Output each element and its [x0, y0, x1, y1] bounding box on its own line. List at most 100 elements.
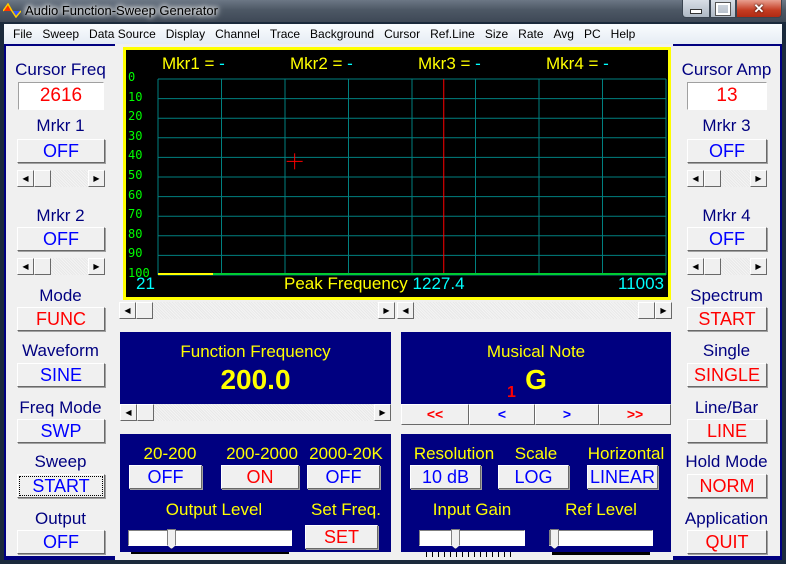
- note-prev-octave-button[interactable]: <<: [401, 404, 469, 425]
- ref-level-slider[interactable]: [549, 529, 653, 555]
- set-frequency-button[interactable]: SET: [305, 525, 378, 549]
- set-freq-label: Set Freq.: [311, 500, 381, 519]
- ref-level-label: Ref Level: [565, 500, 637, 519]
- slider-knob[interactable]: [550, 529, 559, 549]
- scroll-right-arrow[interactable]: ▶: [88, 258, 105, 275]
- range-20-200-button[interactable]: OFF: [129, 465, 202, 489]
- slider-knob[interactable]: [167, 529, 176, 549]
- analyzer-panel: Resolution Scale Horizontal 10 dB LOG LI…: [401, 434, 671, 557]
- range-2000-20k-button[interactable]: OFF: [307, 465, 380, 489]
- scroll-left-arrow[interactable]: ◀: [17, 258, 34, 275]
- note-prev-button[interactable]: <: [469, 404, 535, 425]
- octave-number: 1: [507, 384, 516, 401]
- slider-knob[interactable]: [451, 529, 460, 549]
- cursor-freq-readout: 2616: [18, 82, 104, 110]
- output-button[interactable]: OFF: [17, 530, 105, 554]
- note-next-octave-button[interactable]: >>: [599, 404, 671, 425]
- menu-cursor[interactable]: Cursor: [379, 27, 425, 41]
- quit-button[interactable]: QUIT: [687, 530, 767, 554]
- scroll-right-arrow[interactable]: ▶: [378, 302, 395, 319]
- mode-button[interactable]: FUNC: [17, 307, 105, 331]
- scroll-right-arrow[interactable]: ▶: [750, 258, 767, 275]
- menu-sweep[interactable]: Sweep: [37, 27, 84, 41]
- scroll-thumb[interactable]: [34, 258, 51, 275]
- plot-area[interactable]: [126, 50, 668, 297]
- freq-mode-button[interactable]: SWP: [17, 419, 105, 443]
- close-button[interactable]: ✕: [736, 0, 782, 18]
- x-min-label: 21: [136, 274, 155, 293]
- graph-start-scrollbar[interactable]: ◀ ▶: [119, 302, 395, 319]
- scale-button[interactable]: LOG: [498, 465, 569, 489]
- mrkr2-button[interactable]: OFF: [17, 227, 105, 251]
- maximize-button[interactable]: [710, 0, 736, 18]
- mrkr1-button[interactable]: OFF: [17, 139, 105, 163]
- scroll-thumb[interactable]: [34, 170, 51, 187]
- output-level-slider[interactable]: [128, 529, 292, 554]
- window-title: Audio Function-Sweep Generator: [25, 3, 218, 18]
- mrkr1-scrollbar[interactable]: ◀ ▶: [17, 170, 105, 187]
- close-icon: ✕: [753, 0, 765, 16]
- application-label: Application: [684, 509, 769, 528]
- scroll-left-arrow[interactable]: ◀: [119, 302, 136, 319]
- minimize-button[interactable]: [682, 0, 710, 18]
- resolution-button[interactable]: 10 dB: [410, 465, 481, 489]
- mrkr4-button[interactable]: OFF: [687, 227, 767, 251]
- menu-channel[interactable]: Channel: [210, 27, 265, 41]
- menu-rate[interactable]: Rate: [513, 27, 548, 41]
- mrkr3-label: Mrkr 3: [702, 116, 751, 135]
- input-gain-label: Input Gain: [432, 500, 512, 519]
- musical-note-label: Musical Note: [486, 342, 586, 361]
- title-bar: Audio Function-Sweep Generator ✕: [0, 0, 786, 22]
- scroll-thumb[interactable]: [638, 302, 655, 319]
- scroll-left-arrow[interactable]: ◀: [17, 170, 34, 187]
- scroll-thumb[interactable]: [137, 404, 154, 421]
- note-next-button[interactable]: >: [535, 404, 599, 425]
- spectrum-graph[interactable]: Mkr1 = - Mkr2 = - Mkr3 = - Mkr4 = - 0 10 2…: [123, 47, 671, 300]
- sweep-start-button[interactable]: START: [17, 474, 105, 498]
- scroll-thumb[interactable]: [704, 170, 721, 187]
- menu-data-source[interactable]: Data Source: [84, 27, 161, 41]
- line-bar-button[interactable]: LINE: [687, 419, 767, 443]
- menu-avg[interactable]: Avg: [549, 27, 579, 41]
- mrkr2-scrollbar[interactable]: ◀ ▶: [17, 258, 105, 275]
- scroll-left-arrow[interactable]: ◀: [687, 258, 704, 275]
- scroll-thumb[interactable]: [136, 302, 153, 319]
- menu-help[interactable]: Help: [606, 27, 641, 41]
- menu-ref-line[interactable]: Ref.Line: [425, 27, 480, 41]
- peak-frequency-label: Peak Frequency: [284, 274, 408, 293]
- menu-background[interactable]: Background: [305, 27, 379, 41]
- scroll-right-arrow[interactable]: ▶: [88, 170, 105, 187]
- waveform-button[interactable]: SINE: [17, 363, 105, 387]
- scroll-thumb[interactable]: [704, 258, 721, 275]
- menu-pc[interactable]: PC: [579, 27, 606, 41]
- menu-trace[interactable]: Trace: [265, 27, 305, 41]
- app-icon: [3, 3, 21, 18]
- function-frequency-scrollbar[interactable]: ◀ ▶: [120, 404, 391, 421]
- horizontal-button[interactable]: LINEAR: [587, 465, 658, 489]
- graph-end-scrollbar[interactable]: ◀ ▶: [397, 302, 672, 319]
- scroll-left-arrow[interactable]: ◀: [397, 302, 414, 319]
- mrkr3-scrollbar[interactable]: ◀ ▶: [687, 170, 767, 187]
- line-bar-label: Line/Bar: [694, 398, 759, 417]
- scroll-right-arrow[interactable]: ▶: [750, 170, 767, 187]
- mrkr4-scrollbar[interactable]: ◀ ▶: [687, 258, 767, 275]
- mrkr3-button[interactable]: OFF: [687, 139, 767, 163]
- scroll-right-arrow[interactable]: ▶: [655, 302, 672, 319]
- hold-mode-button[interactable]: NORM: [687, 474, 767, 498]
- scroll-left-arrow[interactable]: ◀: [687, 170, 704, 187]
- scroll-right-arrow[interactable]: ▶: [374, 404, 391, 421]
- input-gain-slider[interactable]: [419, 529, 525, 557]
- hold-mode-label: Hold Mode: [685, 452, 768, 471]
- scroll-left-arrow[interactable]: ◀: [120, 404, 137, 421]
- menu-file[interactable]: File: [8, 27, 37, 41]
- mrkr2-label: Mrkr 2: [36, 206, 85, 225]
- spectrum-label: Spectrum: [690, 286, 763, 305]
- menu-display[interactable]: Display: [161, 27, 210, 41]
- spectrum-start-button[interactable]: START: [687, 307, 767, 331]
- menu-size[interactable]: Size: [480, 27, 513, 41]
- range-200-2000-button[interactable]: ON: [221, 465, 299, 489]
- range-2000-20k-label: 2000-20K: [309, 444, 383, 463]
- mrkr4-label: Mrkr 4: [702, 206, 751, 225]
- cursor-amp-label: Cursor Amp: [681, 60, 772, 79]
- single-button[interactable]: SINGLE: [687, 363, 767, 387]
